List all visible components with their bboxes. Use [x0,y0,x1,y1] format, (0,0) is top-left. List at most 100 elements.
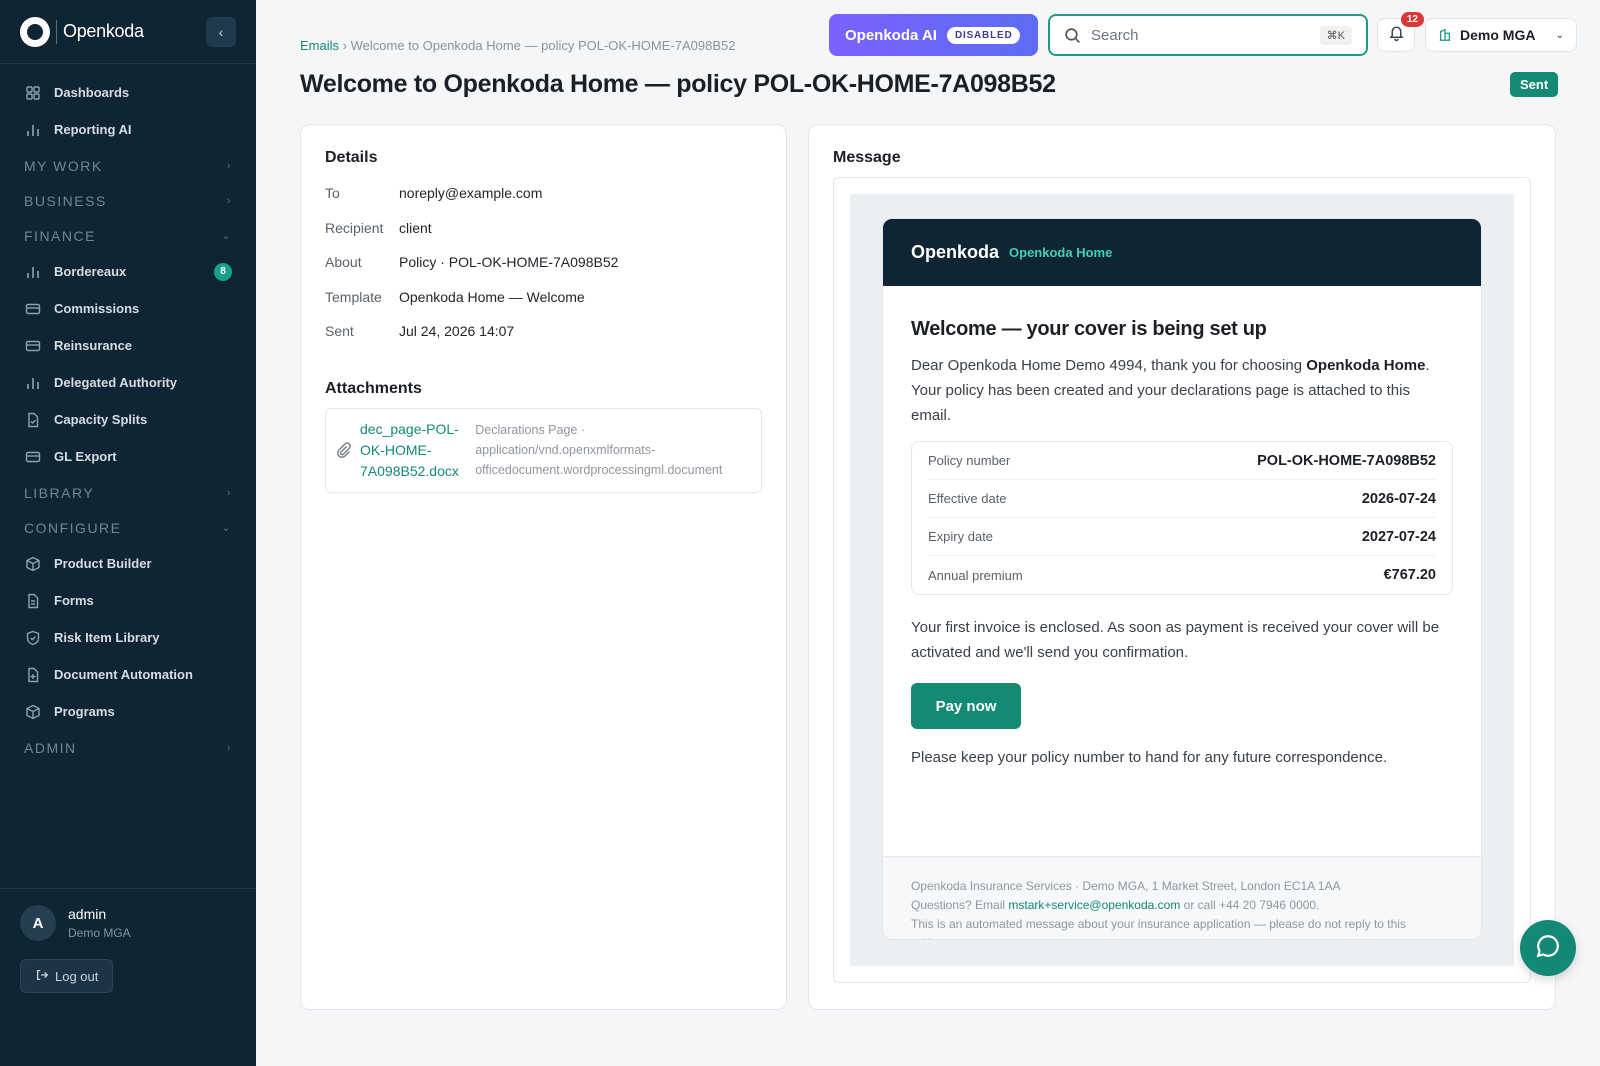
sidebar-item-label: GL Export [54,449,117,464]
policy-key: Effective date [928,491,1007,506]
sidebar-section-label: BUSINESS [24,192,107,209]
email-footer: Openkoda Insurance Services · Demo MGA, … [883,856,1481,939]
sidebar-item-capacity-splits[interactable]: Capacity Splits [0,401,256,438]
sidebar-item-gl-export[interactable]: GL Export [0,438,256,475]
sidebar-item-dashboards[interactable]: Dashboards [0,74,256,111]
search-input[interactable] [1091,26,1320,44]
notification-count: 12 [1400,12,1424,27]
card-icon [24,300,42,318]
notifications-button[interactable]: 12 [1377,12,1424,52]
email-keep-text: Please keep your policy number to hand f… [911,749,1388,766]
sidebar-item-programs[interactable]: Programs [0,693,256,730]
sidebar-item-bordereaux[interactable]: Bordereaux 8 [0,253,256,290]
sidebar-item-reinsurance[interactable]: Reinsurance [0,327,256,364]
grid-icon [24,84,42,102]
detail-row: Recipient client [325,220,762,255]
sidebar-section-configure[interactable]: CONFIGURE ⌄ [0,510,256,545]
policy-row: Policy number POL-OK-HOME-7A098B52 [928,442,1436,480]
sidebar-item-label: Capacity Splits [54,412,148,427]
policy-value: 2026-07-24 [1361,490,1436,507]
chevron-down-icon: ⌄ [221,230,232,242]
status-badge: Sent [1510,72,1559,97]
logout-button[interactable]: Log out [20,959,114,993]
sidebar-section-my-work[interactable]: MY WORK › [0,148,256,183]
detail-row: Sent Jul 24, 2026 14:07 [325,323,762,358]
chat-button[interactable] [1520,920,1576,976]
sidebar-section-library[interactable]: LIBRARY › [0,475,256,510]
detail-key: Sent [325,323,354,339]
sidebar-item-commissions[interactable]: Commissions [0,290,256,327]
sidebar-nav: Dashboards Reporting AI MY WORK › BUSINESS › F… [0,64,256,765]
sidebar-item-label: Product Builder [54,556,152,571]
sidebar-item-forms[interactable]: Forms [0,582,256,619]
attachment-filename-link[interactable]: dec_page-POL- OK-HOME- 7A098B52.docx [360,419,467,482]
email-footer-contact: Questions? Email mstark+service@openkoda… [911,896,1453,915]
email-intro-bold: Openkoda Home [1306,357,1426,374]
org-selector[interactable]: Demo MGA ⌄ [1425,18,1577,52]
sidebar-footer: A admin Demo MGA Log out [0,888,256,1066]
sidebar-item-reporting-ai[interactable]: Reporting AI [0,111,256,148]
breadcrumb-emails-link[interactable]: Emails [300,38,339,53]
doc-plus-icon [24,666,42,684]
sidebar-item-delegated-authority[interactable]: Delegated Authority [0,364,256,401]
policy-row: Expiry date 2027-07-24 [928,518,1436,556]
user-org: Demo MGA [68,926,131,940]
sidebar-item-product-builder[interactable]: Product Builder [0,545,256,582]
shield-icon [24,629,42,647]
collapse-sidebar-button[interactable]: ‹ [206,16,236,47]
attachments-heading: Attachments [325,379,422,397]
policy-key: Policy number [928,453,1011,468]
email-footer-text: Questions? Email [911,898,1009,912]
email-body: Welcome — your cover is being set up Dea… [883,286,1481,826]
sidebar-item-label: Commissions [54,301,140,316]
search-box[interactable]: ⌘K [1048,14,1368,56]
building-icon [1438,28,1452,42]
sidebar-item-document-automation[interactable]: Document Automation [0,656,256,693]
sidebar-section-label: LIBRARY [24,484,95,501]
bar-chart-icon [24,121,42,139]
user-name: admin [68,906,107,922]
detail-value: noreply@example.com [399,185,543,201]
email-intro: Dear Openkoda Home Demo 4994, thank you … [911,353,1453,428]
email-preview-frame[interactable]: Openkoda Openkoda Home Welcome — your co… [833,177,1531,983]
sidebar-item-label: Reporting AI [54,122,132,137]
user-profile[interactable]: A admin Demo MGA [20,905,236,941]
details-list: To noreply@example.com Recipient client Abou… [325,185,762,358]
sidebar-section-admin[interactable]: ADMIN › [0,730,256,765]
pay-now-button[interactable]: Pay now [911,683,1021,729]
sidebar-item-label: Reinsurance [54,338,133,353]
brand-separator [56,19,57,44]
policy-summary-table: Policy number POL-OK-HOME-7A098B52 Effecti… [911,441,1453,595]
ai-status-badge: DISABLED [946,26,1021,44]
chevron-right-icon: › [226,159,232,172]
email-footer-email-link[interactable]: mstark+service@openkoda.com [1008,898,1180,912]
chevron-right-icon: › [226,741,232,754]
email-header: Openkoda Openkoda Home [883,219,1481,286]
ai-label: Openkoda AI [845,26,937,44]
email-intro-text: Dear Openkoda Home Demo 4994, thank you … [911,357,1307,374]
policy-value: POL-OK-HOME-7A098B52 [1257,452,1436,469]
card-icon [24,448,42,466]
sidebar-section-business[interactable]: BUSINESS › [0,183,256,218]
openkoda-ai-button[interactable]: Openkoda AI DISABLED [829,14,1038,56]
attachment-meta-line: officedocument.wordprocessingml.document [475,463,723,477]
detail-value: Openkoda Home — Welcome [399,288,585,305]
sidebar-section-label: MY WORK [24,157,103,174]
breadcrumb-current: Welcome to Openkoda Home — policy POL-OK… [350,38,736,53]
doc-check-icon [24,411,42,429]
chevron-down-icon: ⌄ [221,522,232,534]
policy-key: Annual premium [928,567,1023,583]
chevron-down-icon: ⌄ [1555,29,1564,41]
paperclip-icon [336,442,352,458]
attachment-filename-line: 7A098B52.docx [360,462,459,479]
message-card: Message Openkoda Openkoda Home Welcome —… [808,124,1556,1010]
detail-row: To noreply@example.com [325,185,762,220]
sidebar-item-risk-item-library[interactable]: Risk Item Library [0,619,256,656]
logout-icon [35,968,49,985]
sidebar-section-finance[interactable]: FINANCE ⌄ [0,218,256,253]
sidebar-item-label: Risk Item Library [54,630,160,645]
detail-key: About [325,254,362,270]
email-product: Openkoda Home [1009,245,1113,260]
sidebar-item-label: Delegated Authority [54,375,178,390]
attachment-meta-line: application/vnd.openxmlformats- [475,443,656,457]
